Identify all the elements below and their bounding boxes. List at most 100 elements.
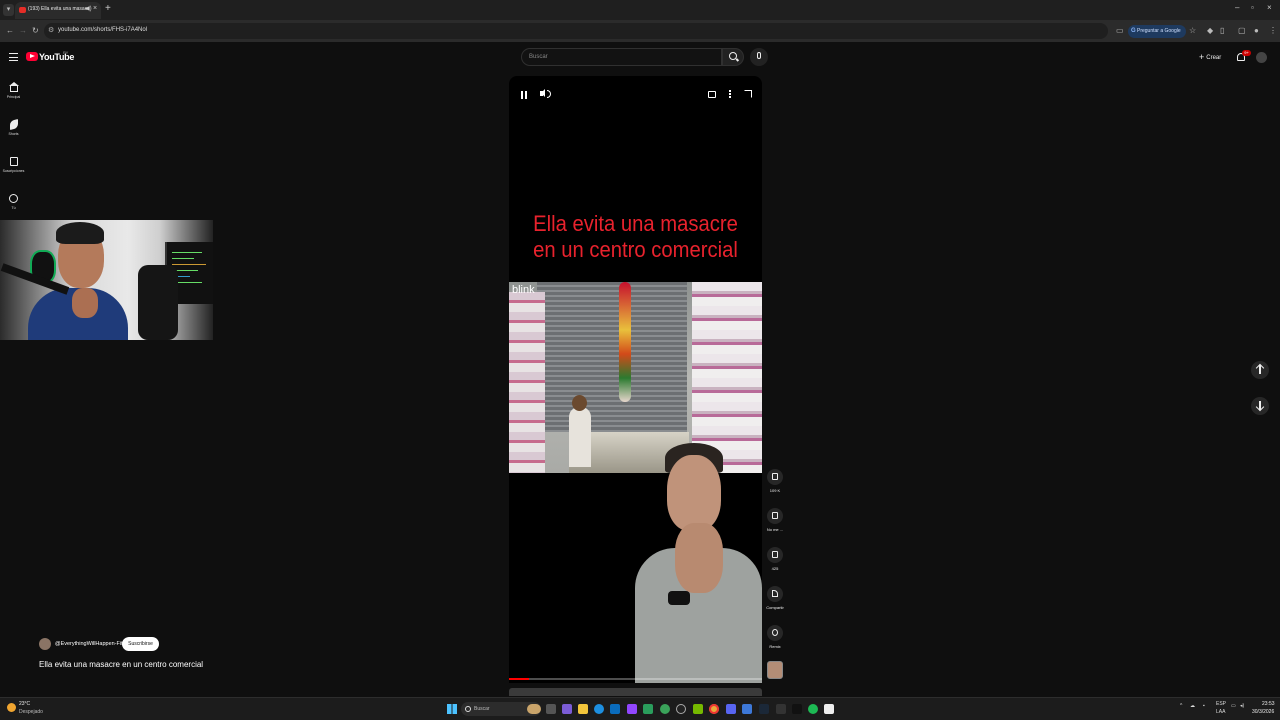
tab-audio-icon[interactable]: ◀) <box>85 5 92 12</box>
ask-google-button[interactable]: Preguntar a Google <box>1128 25 1186 38</box>
sidebar-icon[interactable]: ▢ <box>1238 26 1246 35</box>
next-short-preview[interactable] <box>509 688 762 696</box>
app-icon-7[interactable] <box>792 704 802 714</box>
guide-item-you[interactable]: Tú <box>0 194 27 210</box>
volume-tray-icon[interactable]: ◂) <box>1240 703 1244 709</box>
chrome-icon[interactable] <box>709 704 719 714</box>
guide-item-subscriptions[interactable]: Suscripciones <box>0 157 27 173</box>
search-button[interactable] <box>722 48 744 66</box>
volume-icon[interactable] <box>540 89 545 97</box>
language-bottom[interactable]: LAA <box>1216 709 1225 715</box>
task-view-icon[interactable] <box>546 704 556 714</box>
search-input[interactable]: Buscar <box>521 48 722 66</box>
channel-avatar[interactable] <box>39 638 51 650</box>
bookmark-star-icon[interactable]: ☆ <box>1189 26 1196 35</box>
share-button[interactable]: Compartir <box>764 586 786 610</box>
search-icon <box>729 52 737 60</box>
app-icon-6[interactable] <box>776 704 786 714</box>
subscribe-button[interactable]: Suscribirse <box>122 637 159 651</box>
spotify-icon[interactable] <box>808 704 818 714</box>
browser-menu-icon[interactable]: ⋮ <box>1269 26 1277 35</box>
weather-sun-icon[interactable] <box>7 703 16 712</box>
create-button[interactable]: + Crear <box>1199 52 1221 62</box>
minimize-icon[interactable]: – <box>1235 3 1239 12</box>
twitch-icon[interactable] <box>627 704 637 714</box>
youtube-favicon-icon <box>19 7 26 13</box>
account-avatar[interactable] <box>1256 52 1267 63</box>
forward-icon[interactable]: → <box>19 26 27 35</box>
cctv-woman <box>569 395 591 467</box>
voice-search-button[interactable] <box>750 48 768 66</box>
app-icon-2[interactable] <box>643 704 653 714</box>
tray-cloud-icon[interactable]: ☁ <box>1190 703 1195 709</box>
monitor-icon[interactable]: ▭ <box>1231 703 1236 709</box>
remix-icon <box>767 625 783 641</box>
video-overlay-headline: Ella evita una masacre en un centro come… <box>533 211 738 262</box>
microphone-icon <box>757 52 761 59</box>
tray-icon[interactable]: ▪ <box>1203 703 1205 709</box>
dislike-label: No me ... <box>766 527 784 532</box>
edge-icon[interactable] <box>594 704 604 714</box>
channel-name[interactable]: @EverythingWillHappen-Fit <box>55 641 123 647</box>
profile-icon[interactable]: ● <box>1254 26 1259 35</box>
wristwatch <box>668 591 690 605</box>
guide-item-home[interactable]: Principal <box>0 82 27 99</box>
youtube-logo-icon[interactable] <box>26 52 38 61</box>
windows-start-icon[interactable] <box>447 704 457 714</box>
store-icon[interactable] <box>610 704 620 714</box>
previous-short-button[interactable] <box>1251 361 1269 379</box>
pause-icon[interactable] <box>521 91 527 99</box>
next-short-button[interactable] <box>1251 397 1269 415</box>
cast-icon[interactable]: ▭ <box>1116 26 1124 35</box>
restore-icon[interactable]: ▫ <box>1251 3 1254 12</box>
more-options-icon[interactable] <box>729 90 731 92</box>
reload-icon[interactable]: ↻ <box>32 26 39 35</box>
remix-label: Remix <box>769 644 781 649</box>
user-circle-icon <box>9 194 18 203</box>
tab-strip: ▾ (193) Ella evita una masacre ◀) × + – … <box>0 0 1280 20</box>
comments-button[interactable]: 425 <box>764 547 786 571</box>
app-icon-1[interactable] <box>562 704 572 714</box>
file-explorer-icon[interactable] <box>578 704 588 714</box>
app-icon-5[interactable] <box>742 704 752 714</box>
app-icon-8[interactable] <box>824 704 834 714</box>
dislike-button[interactable]: No me ... <box>764 508 786 532</box>
extensions-icon[interactable]: ▯ <box>1220 26 1224 35</box>
captions-icon[interactable] <box>708 91 716 98</box>
discord-icon[interactable] <box>726 704 736 714</box>
webcam-person-hair <box>56 222 104 244</box>
browser-tab[interactable]: (193) Ella evita una masacre ◀) × <box>15 2 101 19</box>
extension-gem-icon[interactable]: ◆ <box>1207 26 1213 35</box>
clock-time[interactable]: 23:53 <box>1262 701 1275 707</box>
clock-date[interactable]: 30/3/2026 <box>1252 709 1274 715</box>
sound-avatar[interactable] <box>767 661 783 679</box>
guide-item-shorts[interactable]: Shorts <box>0 118 27 136</box>
shorts-player[interactable]: Ella evita una masacre en un centro come… <box>509 76 762 683</box>
thumbs-down-icon <box>767 508 783 524</box>
tab-search-icon[interactable]: ▾ <box>3 4 14 16</box>
tab-close-icon[interactable]: × <box>93 5 97 12</box>
nvidia-icon[interactable] <box>693 704 703 714</box>
arrow-down-icon <box>1259 401 1261 410</box>
back-icon[interactable]: ← <box>6 26 14 35</box>
fullscreen-icon[interactable] <box>744 90 752 98</box>
notifications-badge: 9+ <box>1242 50 1251 56</box>
volume-wave-icon <box>547 90 551 98</box>
youtube-wordmark[interactable]: YouTube <box>39 52 74 62</box>
like-button[interactable]: 109 K <box>764 469 786 493</box>
tray-chevron-icon[interactable]: ^ <box>1180 703 1182 709</box>
app-icon-3[interactable] <box>660 704 670 714</box>
menu-icon[interactable] <box>9 53 18 61</box>
address-bar[interactable]: ⚙ youtube.com/shorts/FHS-i7A4Nol <box>44 23 1108 39</box>
video-title[interactable]: Ella evita una masacre en un centro come… <box>39 660 203 669</box>
video-progress-bar[interactable] <box>509 678 762 680</box>
close-window-icon[interactable]: × <box>1267 3 1272 12</box>
remix-button[interactable]: Remix <box>764 625 786 649</box>
app-icon-4[interactable] <box>676 704 686 714</box>
search-highlight-icon[interactable] <box>527 704 541 714</box>
site-info-icon[interactable]: ⚙ <box>48 26 54 34</box>
hanging-pinata <box>619 282 631 402</box>
new-tab-icon[interactable]: + <box>105 3 111 14</box>
steam-icon[interactable] <box>759 704 769 714</box>
language-top[interactable]: ESP <box>1216 701 1226 707</box>
